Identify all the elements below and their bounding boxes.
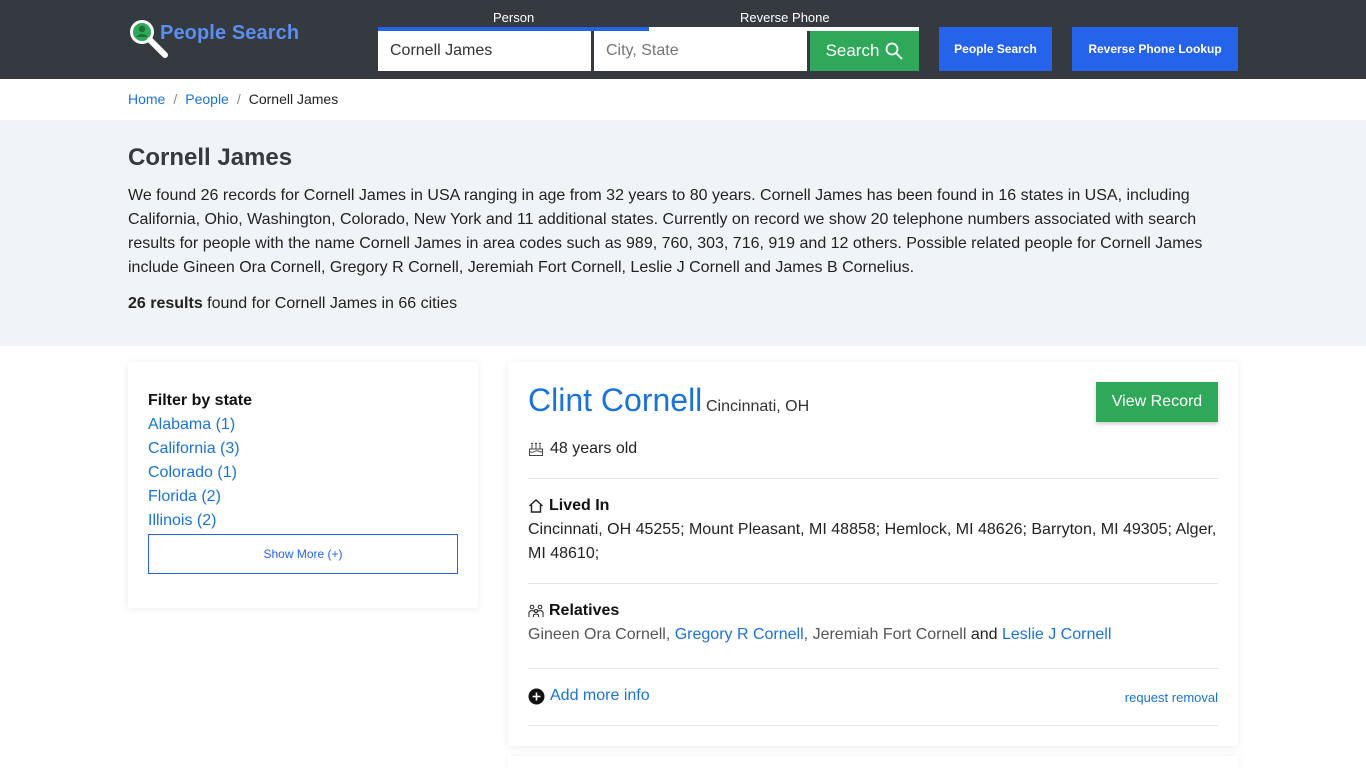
state-filter-item[interactable]: Alabama (1) <box>148 413 240 437</box>
state-filter-item[interactable]: Florida (2) <box>148 485 240 509</box>
breadcrumb: Home / People / Cornell James <box>128 91 338 107</box>
filter-title: Filter by state <box>148 392 253 409</box>
site-logo[interactable]: People Search <box>128 18 299 60</box>
divider <box>528 725 1218 726</box>
breadcrumb-separator: / <box>236 91 241 107</box>
divider <box>528 668 1218 669</box>
divider <box>528 478 1218 479</box>
breadcrumb-home[interactable]: Home <box>128 91 165 107</box>
relative-link[interactable]: Leslie J Cornell <box>1002 626 1111 643</box>
top-navigation-bar: People Search Person Reverse Phone Searc… <box>0 0 1366 79</box>
add-more-info-link[interactable]: Add more info <box>528 687 650 705</box>
lived-in-heading: Lived In <box>528 497 609 515</box>
results-count-text: found for Cornell James in 66 cities <box>202 295 458 312</box>
person-name-link[interactable]: Clint Cornell <box>528 382 702 419</box>
state-filter-item[interactable]: Colorado (1) <box>148 461 240 485</box>
person-city: Cincinnati, OH <box>706 398 810 415</box>
lived-in-title: Lived In <box>549 497 610 514</box>
relatives-heading: Relatives <box>528 602 619 620</box>
family-icon <box>528 604 544 617</box>
relative-separator: , <box>665 626 675 643</box>
state-list: Alabama (1) California (3) Colorado (1) … <box>148 413 240 533</box>
show-more-button[interactable]: Show More (+) <box>148 534 458 574</box>
breadcrumb-current: Cornell James <box>248 91 339 107</box>
logo-text: People Search <box>160 21 300 44</box>
reverse-phone-lookup-button[interactable]: Reverse Phone Lookup <box>1072 27 1238 71</box>
add-more-info-label: Add more info <box>550 687 650 704</box>
lived-in-list: Cincinnati, OH 45255; Mount Pleasant, MI… <box>528 521 1217 562</box>
summary-description: We found 26 records for Cornell James in… <box>128 187 1203 276</box>
name-input[interactable] <box>378 31 591 71</box>
tab-person[interactable]: Person <box>493 10 534 25</box>
search-button[interactable]: Search <box>810 31 919 71</box>
relative-name: Jeremiah Fort Cornell <box>812 626 967 643</box>
breadcrumb-people[interactable]: People <box>185 91 229 107</box>
relatives-list: Gineen Ora Cornell, Gregory R Cornell, J… <box>528 623 1218 647</box>
relatives-title: Relatives <box>549 602 620 619</box>
results-count: 26 results found for Cornell James in 66… <box>128 295 457 313</box>
search-button-label: Search <box>825 41 880 60</box>
view-record-button[interactable]: View Record <box>1096 382 1218 422</box>
state-filter-item[interactable]: Illinois (2) <box>148 509 240 533</box>
home-icon <box>529 499 543 513</box>
tab-reverse-phone[interactable]: Reverse Phone <box>740 10 830 25</box>
relative-separator: , <box>803 626 813 643</box>
plus-circle-icon <box>528 688 545 704</box>
divider <box>528 583 1218 584</box>
cake-icon <box>529 442 543 456</box>
summary-section: Cornell James We found 26 records for Co… <box>0 120 1366 346</box>
breadcrumb-separator: / <box>173 91 178 107</box>
state-filter-item[interactable]: California (3) <box>148 437 240 461</box>
results-count-bold: 26 results <box>128 295 203 312</box>
next-result-card <box>508 756 1238 768</box>
age-row: 48 years old <box>528 440 637 458</box>
search-icon <box>886 42 903 60</box>
relative-separator: and <box>966 626 1002 643</box>
relative-link[interactable]: Gregory R Cornell <box>675 626 804 643</box>
result-card: Clint Cornell Cincinnati, OH View Record… <box>508 362 1238 746</box>
location-input[interactable] <box>594 31 807 71</box>
relative-name: Gineen Ora Cornell <box>528 626 666 643</box>
request-removal-link[interactable]: request removal <box>1125 690 1218 705</box>
state-filter-card: Filter by state Alabama (1) California (… <box>128 362 478 608</box>
people-search-button[interactable]: People Search <box>939 27 1052 71</box>
page-title: Cornell James <box>128 144 293 171</box>
age-text: 48 years old <box>550 440 638 457</box>
